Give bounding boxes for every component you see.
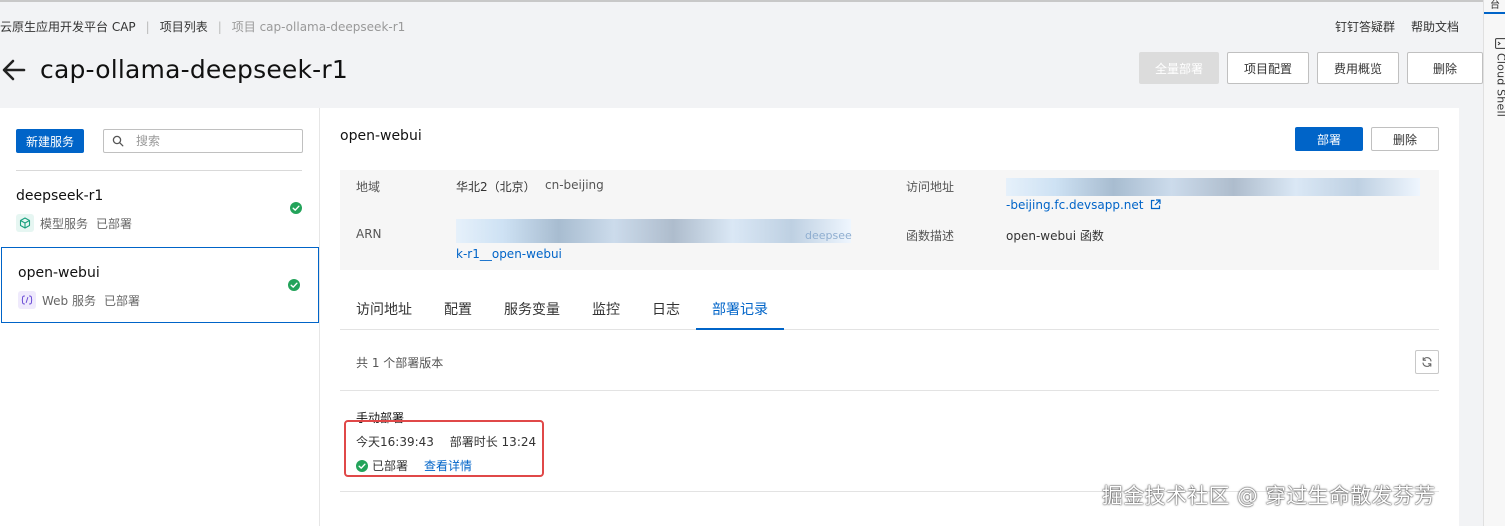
record-time-row: 今天16:39:43 部署时长 13:24 <box>356 433 536 450</box>
tab-logs[interactable]: 日志 <box>636 294 696 330</box>
redacted-url <box>1006 178 1420 196</box>
success-check-icon <box>356 459 368 472</box>
terminal-icon <box>1495 38 1505 49</box>
access-url-label: 访问地址 <box>906 180 955 194</box>
service-info-box: 地域 华北2（北京） cn-beijing 访问地址 -beijing.fc.d… <box>340 170 1439 270</box>
region-name: 华北2（北京） <box>456 180 536 194</box>
cloud-shell-label: Cloud Shell <box>1494 53 1505 117</box>
description-value: open-webui 函数 <box>1006 229 1104 243</box>
deploy-all-button[interactable]: 全量部署 <box>1139 52 1219 84</box>
view-details-link[interactable]: 查看详情 <box>424 457 472 474</box>
arn-link[interactable]: k-r1__open-webui <box>456 247 562 261</box>
service-meta: 模型服务 已部署 <box>16 214 132 232</box>
cost-overview-button[interactable]: 费用概览 <box>1317 52 1399 84</box>
success-check-icon <box>288 279 300 291</box>
tab-access-url[interactable]: 访问地址 <box>340 294 428 330</box>
search-icon <box>112 135 124 147</box>
access-url-text: -beijing.fc.devsapp.net <box>1006 198 1144 212</box>
service-status: 已部署 <box>96 216 133 231</box>
service-name: deepseek-r1 <box>16 188 104 204</box>
help-docs-link[interactable]: 帮助文档 <box>1411 18 1459 35</box>
deploy-count: 共 1 个部署版本 <box>356 356 444 370</box>
web-code-icon <box>18 291 36 309</box>
top-links: 钉钉答疑群 帮助文档 <box>1335 18 1459 35</box>
cloud-shell-tab[interactable]: Cloud Shell <box>1488 38 1505 117</box>
new-service-button[interactable]: 新建服务 <box>16 129 85 153</box>
delete-project-button[interactable]: 删除 <box>1407 52 1483 84</box>
search-input[interactable] <box>136 134 296 148</box>
service-detail-panel: open-webui 部署 删除 地域 华北2（北京） cn-beijing 访… <box>320 108 1459 526</box>
record-status-row: 已部署 查看详情 <box>356 457 472 474</box>
arn-label: ARN <box>356 227 382 241</box>
model-cube-icon <box>16 214 34 232</box>
service-type: 模型服务 <box>40 216 89 231</box>
service-item-open-webui[interactable]: open-webui Web 服务 已部署 <box>1 247 319 323</box>
dingtalk-link[interactable]: 钉钉答疑群 <box>1335 18 1395 35</box>
right-edge-toolbar: 台 Cloud Shell <box>1483 0 1505 526</box>
service-name: open-webui <box>18 265 100 281</box>
service-item-deepseek-r1[interactable]: deepseek-r1 模型服务 已部署 <box>0 171 320 247</box>
service-list-panel: 新建服务 deepseek-r1 模型服务 已部署 open-webui Web <box>0 108 320 526</box>
header-actions: 全量部署 项目配置 费用概览 删除 <box>1139 52 1483 84</box>
deploy-button[interactable]: 部署 <box>1295 127 1363 151</box>
tab-service-vars[interactable]: 服务变量 <box>488 294 576 330</box>
tab-config[interactable]: 配置 <box>428 294 488 330</box>
region-label: 地域 <box>356 180 381 194</box>
breadcrumb-separator: | <box>145 19 150 34</box>
refresh-icon <box>1422 357 1432 367</box>
back-arrow-icon[interactable] <box>0 56 28 84</box>
breadcrumb: 云原生应用开发平台 CAP | 项目列表 | 项目 cap-ollama-dee… <box>0 18 405 35</box>
service-status: 已部署 <box>103 293 140 308</box>
detail-tabs: 访问地址 配置 服务变量 监控 日志 部署记录 <box>340 294 1439 330</box>
tab-deploy-records[interactable]: 部署记录 <box>696 294 784 330</box>
success-check-icon <box>290 202 302 214</box>
watermark: 掘金技术社区 @ 穿过生命散发芬芳 <box>1102 484 1436 508</box>
refresh-button[interactable] <box>1415 350 1439 374</box>
record-duration: 部署时长 13:24 <box>449 435 537 449</box>
search-box[interactable] <box>103 129 303 153</box>
tab-monitor[interactable]: 监控 <box>576 294 636 330</box>
record-status: 已部署 <box>372 459 409 473</box>
service-meta: Web 服务 已部署 <box>18 291 140 309</box>
redacted-arn <box>456 219 851 243</box>
divider <box>340 390 1439 391</box>
arn-partial: deepsee <box>805 229 852 242</box>
breadcrumb-item-cap[interactable]: 云原生应用开发平台 CAP <box>0 18 136 35</box>
page-title: cap-ollama-deepseek-r1 <box>40 55 348 84</box>
service-title: open-webui <box>340 128 422 144</box>
access-url-link[interactable]: -beijing.fc.devsapp.net <box>1006 198 1161 212</box>
project-config-button[interactable]: 项目配置 <box>1227 52 1309 84</box>
breadcrumb-separator: | <box>217 19 222 34</box>
description-label: 函数描述 <box>906 229 955 243</box>
region-id: cn-beijing <box>545 178 604 192</box>
service-type: Web 服务 <box>42 293 96 308</box>
record-time: 今天16:39:43 <box>356 435 434 449</box>
top-bar: 云原生应用开发平台 CAP | 项目列表 | 项目 cap-ollama-dee… <box>0 0 1483 46</box>
breadcrumb-item-projects[interactable]: 项目列表 <box>160 18 208 35</box>
external-link-icon <box>1151 199 1161 210</box>
edge-top-tab[interactable]: 台 <box>1484 0 1505 14</box>
delete-service-button[interactable]: 删除 <box>1371 127 1439 151</box>
service-actions: 部署 删除 <box>1295 127 1439 151</box>
page-header: cap-ollama-deepseek-r1 全量部署 项目配置 费用概览 删除 <box>0 50 1483 100</box>
breadcrumb-current: 项目 cap-ollama-deepseek-r1 <box>231 20 406 34</box>
